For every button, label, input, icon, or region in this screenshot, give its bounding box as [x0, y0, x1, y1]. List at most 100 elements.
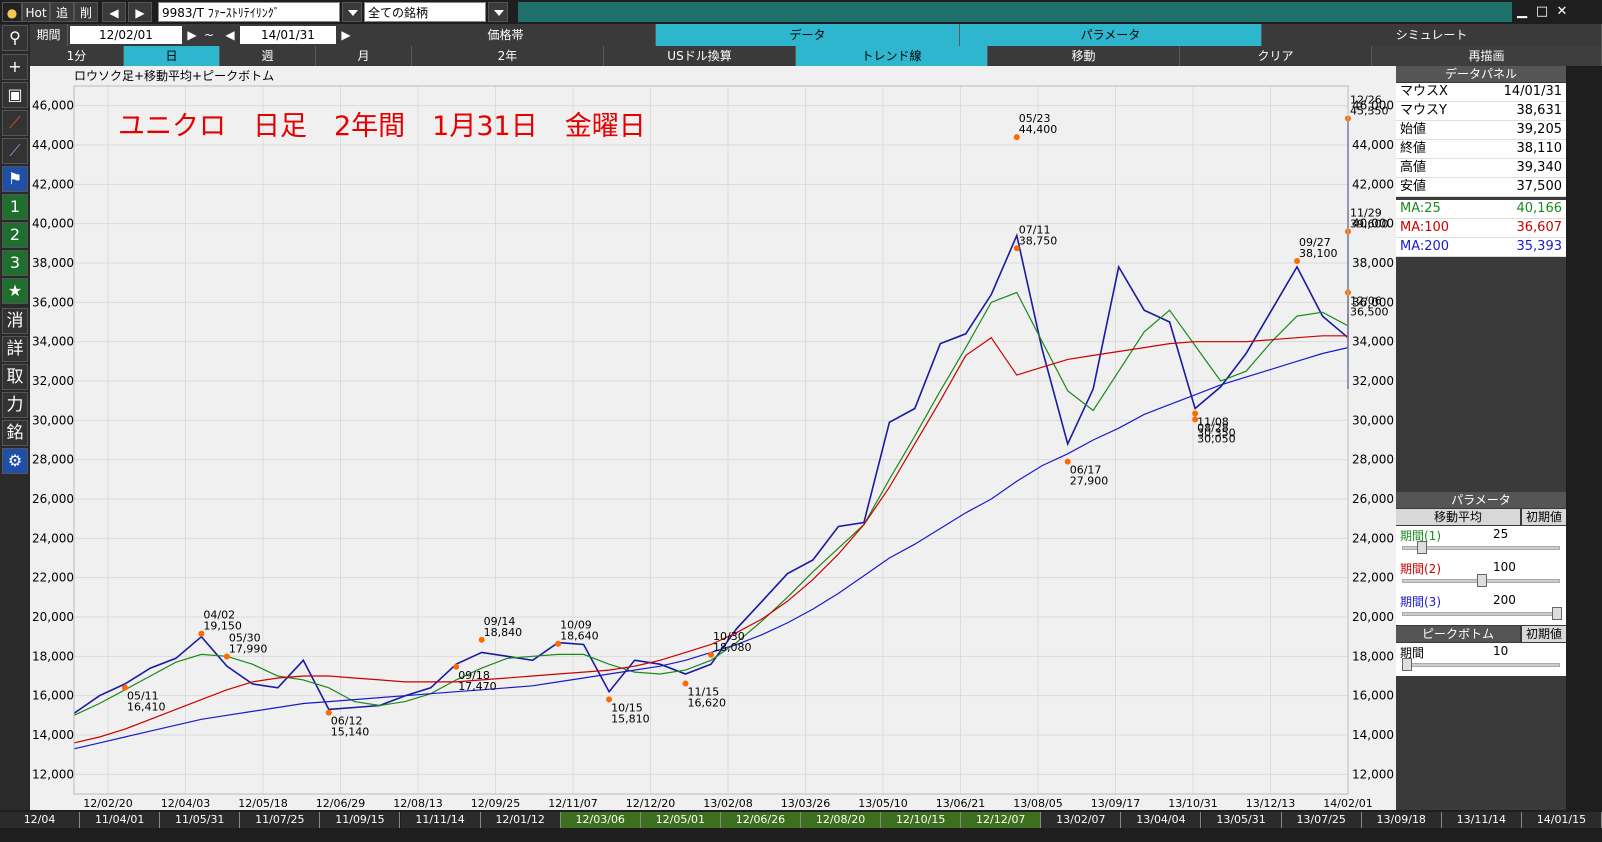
- trendline-button[interactable]: トレンド線: [796, 46, 988, 66]
- tf-monthly[interactable]: 月: [316, 46, 412, 66]
- ma-param-slider-thumb[interactable]: [1477, 574, 1487, 587]
- camera-icon[interactable]: ▣: [2, 82, 28, 108]
- symbol-field[interactable]: 9983/T ﾌｧｰｽﾄﾘﾃｲﾘﾝｸﾞ: [158, 2, 340, 22]
- preset-3-button[interactable]: 3: [2, 250, 28, 276]
- chart-area[interactable]: 04/02 19,150 05/11 16,410 05/30 17,990 06/12 15…: [30, 66, 1396, 810]
- x-tick-label: 13/10/31: [1168, 797, 1217, 810]
- y-tick-label: 40,000: [32, 217, 74, 231]
- period-start-next-icon[interactable]: ▶: [184, 26, 200, 44]
- preset-2-button[interactable]: 2: [2, 222, 28, 248]
- date-strip-segment[interactable]: 12/10/15: [881, 812, 962, 828]
- minimize-icon[interactable]: ▁: [1514, 4, 1530, 20]
- x-tick-label: 12/06/29: [316, 797, 365, 810]
- tf-daily[interactable]: 日: [124, 46, 220, 66]
- preset-1-button[interactable]: 1: [2, 194, 28, 220]
- add-button[interactable]: 追: [50, 2, 74, 22]
- ma-param-slider-thumb[interactable]: [1552, 607, 1562, 620]
- fetch-button[interactable]: 取: [2, 364, 28, 390]
- ma-reset-button[interactable]: 初期値: [1522, 509, 1566, 525]
- maximize-icon[interactable]: □: [1534, 4, 1550, 20]
- hot-button[interactable]: Hot: [22, 2, 50, 22]
- date-strip-segment[interactable]: 13/07/25: [1281, 812, 1362, 828]
- chart-red-icon[interactable]: ⟋: [2, 110, 28, 136]
- erase-button[interactable]: 消: [2, 308, 28, 334]
- date-strip-segment[interactable]: 13/05/31: [1201, 812, 1282, 828]
- prev-button[interactable]: ◀: [102, 2, 126, 22]
- data-row-value: 37,500: [1516, 179, 1563, 194]
- gear-icon[interactable]: ⚙: [2, 448, 28, 474]
- date-strip-segment[interactable]: 12/01/12: [480, 812, 561, 828]
- brand-button[interactable]: 銘: [2, 420, 28, 446]
- ma-param-slider-thumb[interactable]: [1417, 541, 1427, 554]
- date-strip-segment[interactable]: 13/11/14: [1441, 812, 1522, 828]
- date-strip-segment[interactable]: 14/01/15: [1521, 812, 1602, 828]
- date-strip[interactable]: 12/04 11/04/01 11/05/31 11/07/25 11/09/15 11/…: [0, 812, 1602, 828]
- tf-2year[interactable]: 2年: [412, 46, 604, 66]
- date-strip-segment[interactable]: 12/12/07: [961, 812, 1042, 828]
- x-tick-label: 13/02/08: [703, 797, 752, 810]
- pb-reset-button[interactable]: 初期値: [1522, 626, 1566, 642]
- ma-param-input[interactable]: 200: [1491, 593, 1566, 608]
- clear-button[interactable]: クリア: [1180, 46, 1372, 66]
- price-chart[interactable]: 04/0219,15005/1116,41005/3017,99006/1215…: [30, 66, 1396, 810]
- date-strip-segment[interactable]: 11/04/01: [80, 812, 161, 828]
- move-button[interactable]: 移動: [988, 46, 1180, 66]
- date-strip-segment[interactable]: 12/04: [0, 812, 81, 828]
- ma-param-label: 期間(2): [1400, 562, 1441, 576]
- pb-period-slider-thumb[interactable]: [1402, 658, 1412, 671]
- date-strip-segment[interactable]: 12/06/26: [720, 812, 801, 828]
- usd-convert-button[interactable]: USドル換算: [604, 46, 796, 66]
- tab-price-band[interactable]: 価格帯: [356, 24, 656, 46]
- top-toolbar: ● Hot 追 削 ◀ ▶ 9983/T ﾌｧｰｽﾄﾘﾃｲﾘﾝｸﾞ 全ての銘柄 …: [0, 0, 1602, 24]
- period-end-prev-icon[interactable]: ◀: [222, 26, 238, 44]
- date-strip-segment[interactable]: 11/11/14: [400, 812, 481, 828]
- ma-param-row: 期間(1) 25: [1396, 526, 1566, 559]
- peak-value-label: 16,410: [127, 701, 165, 714]
- tab-data[interactable]: データ: [656, 24, 960, 46]
- y-tick-label: 36,000: [32, 295, 74, 309]
- detail-button[interactable]: 詳: [2, 336, 28, 362]
- period-end-next-icon[interactable]: ▶: [338, 26, 354, 44]
- date-strip-segment[interactable]: 11/07/25: [240, 812, 321, 828]
- ma-param-input[interactable]: 100: [1491, 560, 1566, 575]
- ma-param-track[interactable]: [1402, 612, 1560, 616]
- tf-1min[interactable]: 1分: [30, 46, 124, 66]
- y-tick-label: 14,000: [32, 728, 74, 742]
- redraw-button[interactable]: 再描画: [1372, 46, 1602, 66]
- date-strip-segment[interactable]: 11/09/15: [320, 812, 401, 828]
- next-button[interactable]: ▶: [128, 2, 152, 22]
- search-icon[interactable]: ⚲: [2, 25, 28, 51]
- x-tick-label: 13/03/26: [781, 797, 830, 810]
- input-button[interactable]: 力: [2, 392, 28, 418]
- tf-weekly[interactable]: 週: [220, 46, 316, 66]
- plus-icon[interactable]: +: [2, 54, 28, 80]
- date-strip-segment[interactable]: 13/09/18: [1361, 812, 1442, 828]
- star-icon[interactable]: ★: [2, 278, 28, 304]
- date-strip-segment[interactable]: 13/02/07: [1041, 812, 1122, 828]
- data-row-value: 14/01/31: [1503, 84, 1562, 99]
- filter-field[interactable]: 全ての銘柄: [364, 2, 486, 22]
- pb-period-track[interactable]: [1402, 663, 1560, 667]
- tab-simulate[interactable]: シミュレート: [1262, 24, 1602, 46]
- date-strip-segment[interactable]: 11/05/31: [160, 812, 241, 828]
- pb-period-input[interactable]: 10: [1491, 644, 1566, 659]
- flag-icon[interactable]: ⚑: [2, 166, 28, 192]
- period-start-field[interactable]: 12/02/01: [70, 26, 182, 44]
- y-tick-label: 24,000: [32, 531, 74, 545]
- symbol-dropdown-icon[interactable]: [342, 2, 362, 22]
- date-strip-segment[interactable]: 12/03/06: [560, 812, 641, 828]
- ma-param-input[interactable]: 25: [1491, 527, 1566, 542]
- chart-purple-icon[interactable]: ⟋: [2, 138, 28, 164]
- close-icon[interactable]: ✕: [1554, 4, 1570, 20]
- lightbulb-icon[interactable]: ●: [2, 2, 22, 22]
- date-strip-segment[interactable]: 12/05/01: [640, 812, 721, 828]
- peak-value-label: 38,750: [1019, 234, 1058, 247]
- filter-dropdown-icon[interactable]: [488, 2, 508, 22]
- date-strip-segment[interactable]: 12/08/20: [801, 812, 882, 828]
- tab-parameters[interactable]: パラメータ: [960, 24, 1262, 46]
- date-strip-segment[interactable]: 13/04/04: [1121, 812, 1202, 828]
- delete-button[interactable]: 削: [74, 2, 98, 22]
- period-end-field[interactable]: 14/01/31: [240, 26, 336, 44]
- x-tick-label: 13/05/10: [858, 797, 907, 810]
- y-tick-label: 44,000: [32, 138, 74, 152]
